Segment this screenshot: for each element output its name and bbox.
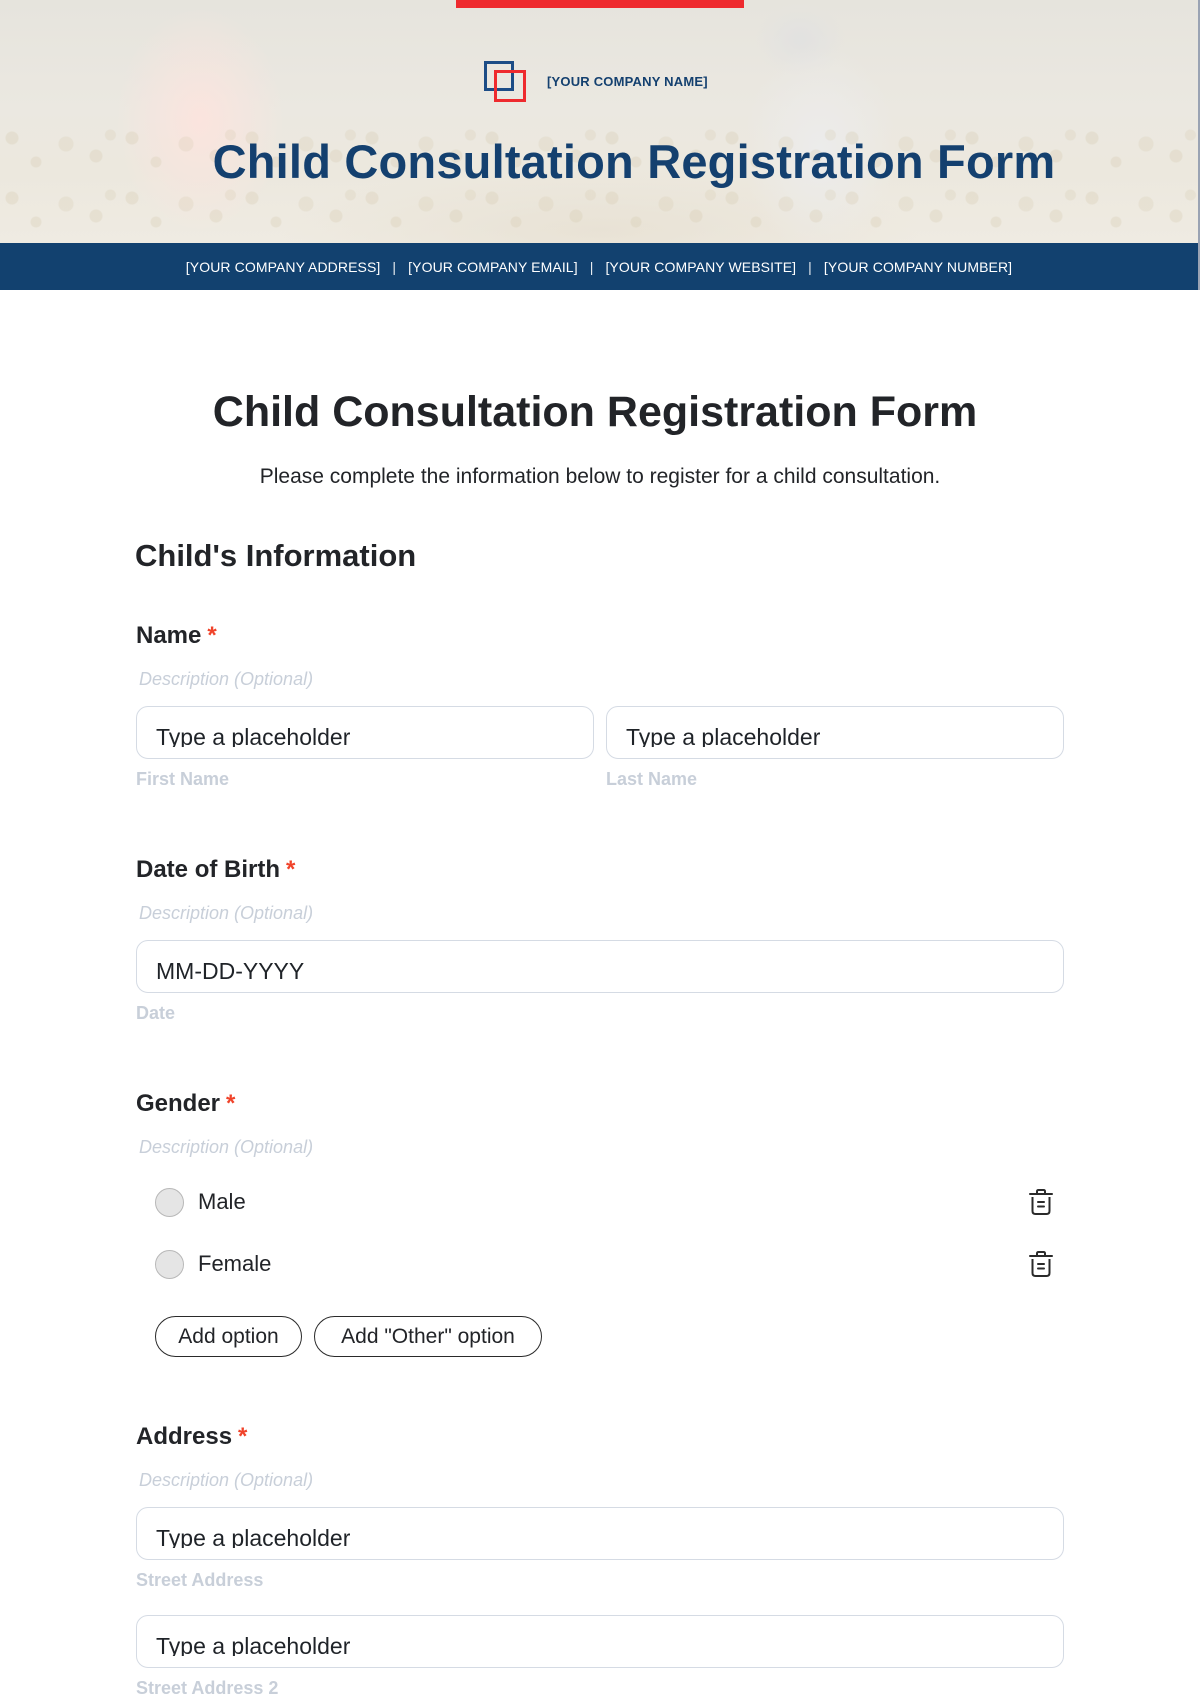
option-label[interactable]: Male: [198, 1189, 246, 1215]
gender-description[interactable]: Description (Optional): [139, 1137, 313, 1158]
separator: |: [589, 258, 594, 275]
date-sublabel: Date: [136, 1003, 176, 1023]
accent-bar: [456, 0, 744, 8]
trash-icon[interactable]: [1028, 1188, 1054, 1216]
separator: |: [808, 258, 812, 275]
banner-title: Child Consultation Registration Form: [212, 135, 1056, 188]
address-description[interactable]: Description (Optional): [139, 1470, 313, 1491]
separator: |: [392, 258, 397, 275]
question-label-text: Gender: [136, 1090, 221, 1117]
question-label-text: Date of Birth: [136, 856, 280, 883]
input-placeholder: Type a placeholder: [156, 1525, 351, 1548]
company-name: [YOUR COMPANY NAME]: [547, 73, 708, 89]
street-address-2-sublabel: Street Address 2: [136, 1678, 279, 1698]
dob-question-label: Date of Birth *: [136, 856, 295, 884]
required-indicator: *: [238, 1423, 248, 1450]
company-email: [YOUR COMPANY EMAIL]: [408, 258, 578, 275]
input-placeholder: Type a placeholder: [156, 1633, 351, 1656]
input-placeholder: Type a placeholder: [156, 724, 351, 747]
required-indicator: *: [207, 622, 217, 649]
gender-option-male[interactable]: Male: [155, 1185, 1055, 1219]
add-other-option-button[interactable]: Add "Other" option: [314, 1316, 542, 1357]
company-number: [YOUR COMPANY NUMBER]: [823, 258, 1013, 275]
company-website: [YOUR COMPANY WEBSITE]: [605, 258, 797, 275]
street-address-sublabel: Street Address: [136, 1570, 264, 1590]
last-name-sublabel: Last Name: [606, 769, 698, 789]
form-subtitle: Please complete the information below to…: [259, 465, 941, 488]
first-name-input[interactable]: Type a placeholder: [136, 706, 594, 759]
input-placeholder: MM-DD-YYYY: [156, 958, 305, 981]
header-banner: [YOUR COMPANY NAME] Child Consultation R…: [0, 0, 1200, 243]
radio-button[interactable]: [155, 1249, 184, 1279]
question-label-text: Address: [136, 1423, 233, 1450]
company-brand: [YOUR COMPANY NAME]: [484, 60, 708, 102]
input-placeholder: Type a placeholder: [626, 724, 821, 747]
street-address-input[interactable]: Type a placeholder: [136, 1507, 1064, 1560]
gender-question-label: Gender *: [136, 1090, 235, 1118]
company-logo-icon: [484, 60, 528, 102]
trash-icon[interactable]: [1028, 1250, 1054, 1278]
form-title: Child Consultation Registration Form: [212, 388, 978, 436]
add-option-button[interactable]: Add option: [155, 1316, 302, 1357]
last-name-input[interactable]: Type a placeholder: [606, 706, 1064, 759]
question-label-text: Name: [136, 622, 202, 649]
option-label[interactable]: Female: [198, 1251, 271, 1277]
section-title: Child's Information: [135, 538, 417, 573]
company-address: [YOUR COMPANY ADDRESS]: [185, 258, 381, 275]
required-indicator: *: [226, 1090, 236, 1117]
radio-button[interactable]: [155, 1187, 184, 1217]
street-address-2-input[interactable]: Type a placeholder: [136, 1615, 1064, 1668]
name-question-label: Name *: [136, 622, 217, 650]
gender-option-female[interactable]: Female: [155, 1247, 1055, 1281]
date-of-birth-input[interactable]: MM-DD-YYYY: [136, 940, 1064, 993]
dob-description[interactable]: Description (Optional): [139, 903, 313, 924]
first-name-sublabel: First Name: [136, 769, 230, 789]
required-indicator: *: [286, 856, 296, 883]
name-description[interactable]: Description (Optional): [139, 669, 313, 690]
contact-band: [YOUR COMPANY ADDRESS] | [YOUR COMPANY E…: [0, 243, 1200, 290]
address-question-label: Address *: [136, 1423, 247, 1451]
